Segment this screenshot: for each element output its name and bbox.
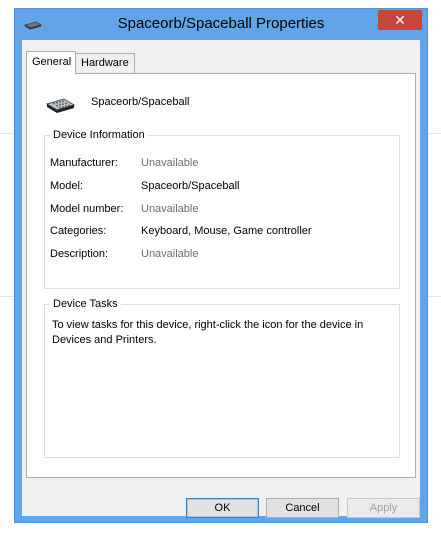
title-bar[interactable]: Spaceorb/Spaceball Properties ✕: [15, 9, 427, 39]
general-tab-panel: Spaceorb/Spaceball Device Information Ma…: [26, 73, 416, 478]
window-title: Spaceorb/Spaceball Properties: [117, 15, 325, 32]
device-name: Spaceorb/Spaceball: [91, 96, 190, 108]
background-divider: [428, 296, 441, 297]
tab-label: Hardware: [81, 57, 129, 69]
background-divider: [0, 296, 14, 297]
description-label: Description:: [50, 248, 109, 260]
ok-button[interactable]: OK: [186, 498, 259, 518]
manufacturer-value: Unavailable: [141, 157, 199, 169]
group-legend: Device Tasks: [53, 298, 118, 310]
close-button[interactable]: ✕: [378, 10, 422, 30]
cancel-button[interactable]: Cancel: [266, 498, 339, 518]
tab-hardware[interactable]: Hardware: [75, 53, 135, 73]
spaceball-device-icon: [44, 90, 76, 122]
group-legend: Device Information: [53, 129, 145, 141]
model-number-label: Model number:: [50, 203, 124, 215]
background-divider: [428, 133, 441, 134]
categories-value: Keyboard, Mouse, Game controller: [141, 225, 312, 237]
device-information-group: Device Information Manufacturer: Unavail…: [44, 129, 400, 289]
device-tasks-group: Device Tasks To view tasks for this devi…: [44, 298, 400, 458]
model-value: Spaceorb/Spaceball: [141, 180, 240, 192]
manufacturer-label: Manufacturer:: [50, 157, 118, 169]
device-tasks-text: To view tasks for this device, right-cli…: [52, 319, 364, 346]
description-value: Unavailable: [141, 248, 199, 260]
model-number-value: Unavailable: [141, 203, 199, 215]
close-icon: ✕: [394, 12, 406, 28]
categories-label: Categories:: [50, 225, 107, 237]
apply-button[interactable]: Apply: [347, 498, 420, 518]
tab-label: General: [32, 56, 72, 68]
tab-general[interactable]: General: [26, 51, 76, 74]
properties-dialog: Spaceorb/Spaceball Properties ✕ General …: [14, 8, 428, 523]
dialog-client-area: General Hardware Spaceorb/Spaceball Devi…: [22, 40, 420, 518]
background-divider: [0, 133, 14, 134]
model-label: Model:: [50, 180, 84, 192]
